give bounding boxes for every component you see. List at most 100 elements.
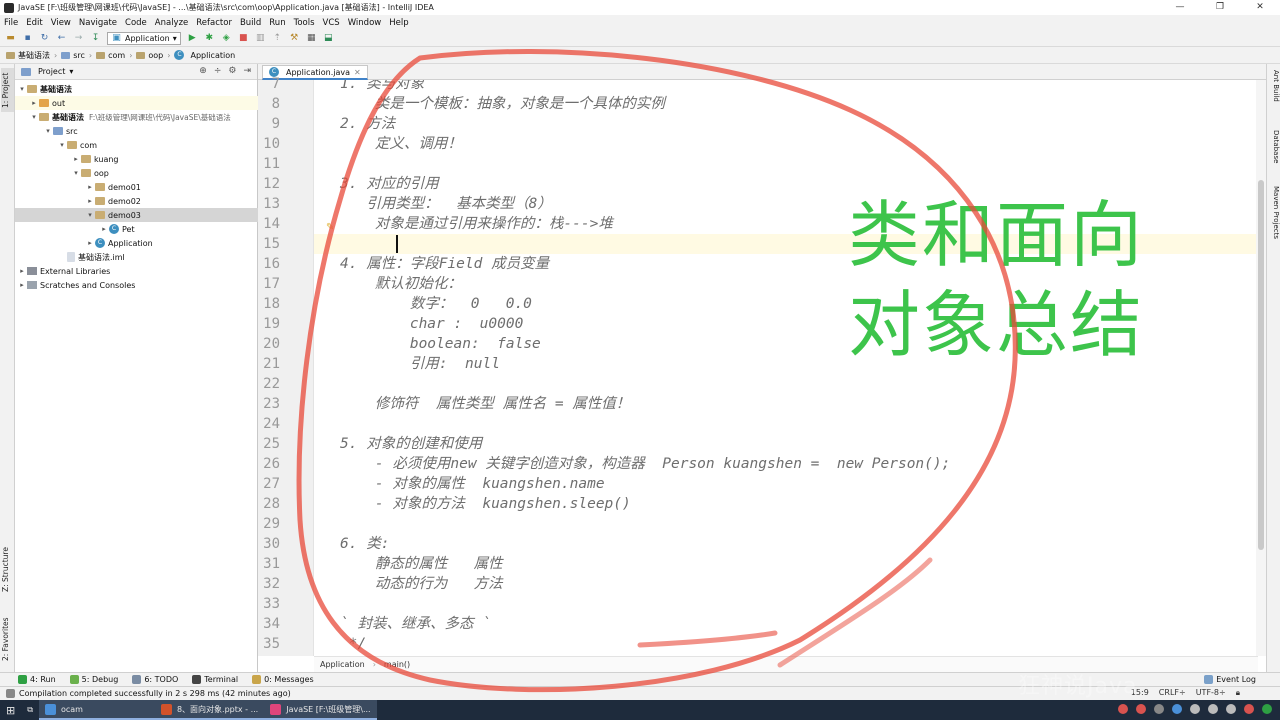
project-tool-tab[interactable]: 1: Project: [1, 68, 14, 112]
expand-arrow-icon[interactable]: ▸: [85, 183, 95, 191]
expand-arrow-icon[interactable]: ▸: [17, 267, 27, 275]
menu-view[interactable]: View: [51, 18, 71, 28]
back-arrow-icon[interactable]: ←: [56, 33, 67, 44]
menu-tools[interactable]: Tools: [294, 18, 315, 28]
expand-arrow-icon[interactable]: ▾: [57, 141, 67, 149]
expand-arrow-icon[interactable]: ▸: [99, 225, 109, 233]
vcs-commit-icon[interactable]: ⇡: [272, 33, 283, 44]
menu-navigate[interactable]: Navigate: [79, 18, 117, 28]
project-structure-icon[interactable]: ▦: [306, 33, 317, 44]
expand-arrow-icon[interactable]: ▸: [71, 155, 81, 163]
project-panel-title[interactable]: Project: [38, 67, 65, 76]
tray-app-icon[interactable]: [1118, 704, 1128, 714]
ant-build-tool-tab[interactable]: Ant Build: [1268, 70, 1280, 118]
taskbar-item-pptx[interactable]: 8、面向对象.pptx - ...: [154, 700, 265, 720]
expand-arrow-icon[interactable]: ▸: [85, 197, 95, 205]
lightbulb-icon[interactable]: ✎: [326, 222, 334, 233]
expand-arrow-icon[interactable]: ▾: [17, 85, 27, 93]
maximize-button[interactable]: ❐: [1200, 0, 1240, 15]
close-button[interactable]: ✕: [1240, 0, 1280, 15]
nav-crumb-com[interactable]: com: [96, 51, 125, 60]
breadcrumb-method[interactable]: main(): [384, 660, 410, 669]
maven-tool-tab[interactable]: Maven Projects: [1268, 186, 1280, 256]
tray-app-icon[interactable]: [1154, 704, 1164, 714]
status-toggle-icon[interactable]: [6, 689, 15, 698]
expand-arrow-icon[interactable]: ▾: [43, 127, 53, 135]
stop-icon[interactable]: ■: [238, 33, 249, 44]
taskbar-item-ocam[interactable]: ocam: [38, 700, 155, 720]
favorites-tool-tab[interactable]: 2: Favorites: [1, 612, 14, 666]
menu-run[interactable]: Run: [269, 18, 285, 28]
nav-crumb-application[interactable]: C Application: [174, 50, 235, 60]
breadcrumb-class[interactable]: Application: [320, 660, 365, 669]
minimize-button[interactable]: —: [1160, 0, 1200, 15]
menu-refactor[interactable]: Refactor: [196, 18, 232, 28]
database-tool-tab[interactable]: Database: [1268, 130, 1280, 174]
sync-icon[interactable]: ↻: [39, 33, 50, 44]
file-encoding[interactable]: UTF-8÷: [1196, 688, 1226, 698]
open-folder-icon[interactable]: ▬: [5, 33, 16, 44]
settings-wrench-icon[interactable]: ⚒: [289, 33, 300, 44]
expand-arrow-icon[interactable]: ▾: [71, 169, 81, 177]
lock-icon[interactable]: 🔒︎: [1236, 688, 1240, 698]
nav-crumb-src[interactable]: src: [61, 51, 85, 60]
coverage-icon[interactable]: ◈: [221, 33, 232, 44]
chevron-down-icon[interactable]: ▾: [69, 67, 73, 76]
input-method-icon[interactable]: [1226, 704, 1236, 714]
collapse-all-icon[interactable]: ÷: [214, 66, 222, 76]
expand-arrow-icon[interactable]: ▸: [17, 281, 27, 289]
tray-app-icon[interactable]: [1244, 704, 1254, 714]
hide-icon[interactable]: ⇥: [243, 66, 251, 76]
tree-item-out[interactable]: ▸ out: [15, 96, 258, 110]
tree-item-demo02[interactable]: ▸ demo02: [15, 194, 258, 208]
structure-tool-tab[interactable]: Z: Structure: [1, 544, 14, 596]
terminal-tool-button[interactable]: Terminal: [192, 675, 238, 684]
save-icon[interactable]: ▪: [22, 33, 33, 44]
menu-help[interactable]: Help: [389, 18, 408, 28]
nav-crumb-module[interactable]: 基础语法: [6, 50, 50, 61]
tree-item-iml[interactable]: 基础语法.iml: [15, 250, 258, 264]
task-view-button[interactable]: ⧉: [21, 700, 39, 720]
forward-arrow-icon[interactable]: →: [73, 33, 84, 44]
tray-app-icon[interactable]: [1172, 704, 1182, 714]
volume-icon[interactable]: [1208, 704, 1218, 714]
tree-item-module[interactable]: ▾ 基础语法 F:\班级管理\网课班\代码\JavaSE\基础语法: [15, 110, 258, 124]
menu-edit[interactable]: Edit: [26, 18, 42, 28]
tree-item-demo03[interactable]: ▾ demo03: [15, 208, 258, 222]
locate-icon[interactable]: ⊕: [199, 66, 207, 76]
debug-icon[interactable]: ✱: [204, 33, 215, 44]
tree-item-demo01[interactable]: ▸ demo01: [15, 180, 258, 194]
gear-icon[interactable]: ⚙: [228, 66, 236, 76]
build-project-icon[interactable]: ↧: [90, 33, 101, 44]
expand-arrow-icon[interactable]: ▾: [29, 113, 39, 121]
menu-window[interactable]: Window: [348, 18, 382, 28]
sdk-icon[interactable]: ⬓: [323, 33, 334, 44]
debug-tool-button[interactable]: 5: Debug: [69, 675, 118, 684]
nav-crumb-oop[interactable]: oop: [136, 51, 163, 60]
tree-item-pet[interactable]: ▸ C Pet: [15, 222, 258, 236]
menu-build[interactable]: Build: [240, 18, 261, 28]
menu-code[interactable]: Code: [125, 18, 147, 28]
run-icon[interactable]: ▶: [187, 33, 198, 44]
network-icon[interactable]: [1190, 704, 1200, 714]
todo-tool-button[interactable]: 6: TODO: [132, 675, 178, 684]
expand-arrow-icon[interactable]: ▸: [85, 239, 95, 247]
tree-item-com[interactable]: ▾ com: [15, 138, 258, 152]
status-message[interactable]: Compilation completed successfully in 2 …: [19, 689, 291, 698]
expand-arrow-icon[interactable]: ▸: [29, 99, 39, 107]
tree-item-kuang[interactable]: ▸ kuang: [15, 152, 258, 166]
start-button[interactable]: ⊞: [0, 700, 21, 720]
close-tab-icon[interactable]: ✕: [354, 68, 361, 77]
taskbar-item-intellij[interactable]: JavaSE [F:\班级管理\...: [264, 700, 377, 720]
expand-arrow-icon[interactable]: ▾: [85, 211, 95, 219]
event-log-button[interactable]: Event Log: [1204, 675, 1256, 684]
tray-app-icon[interactable]: [1262, 704, 1272, 714]
run-configuration-dropdown[interactable]: ▣ Application ▾: [107, 31, 181, 45]
menu-file[interactable]: File: [4, 18, 18, 28]
scrollbar-thumb[interactable]: [1258, 180, 1264, 550]
editor-scrollbar[interactable]: [1256, 80, 1266, 656]
vcs-update-icon[interactable]: ▥: [255, 33, 266, 44]
tree-item-oop[interactable]: ▾ oop: [15, 166, 258, 180]
menu-vcs[interactable]: VCS: [323, 18, 340, 28]
tree-item-root-module[interactable]: ▾ 基础语法: [15, 82, 258, 96]
